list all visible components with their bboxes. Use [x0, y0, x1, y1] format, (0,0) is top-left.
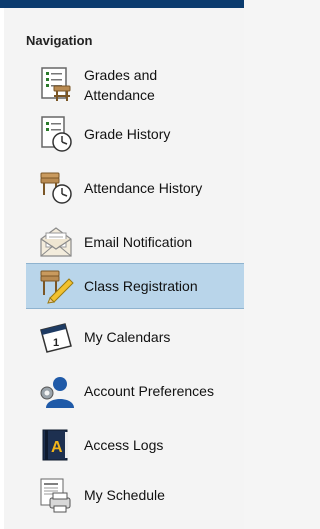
sidebar-rail	[0, 8, 4, 529]
nav-item-grades-and-attendance[interactable]: Grades and Attendance	[26, 59, 244, 111]
navigation-heading: Navigation	[26, 33, 93, 48]
nav-item-grade-history[interactable]: Grade History	[26, 114, 244, 154]
nav-item-class-registration[interactable]: Class Registration	[26, 263, 244, 309]
account-preferences-icon	[36, 371, 76, 411]
nav-item-label: Access Logs	[84, 437, 164, 453]
nav-item-access-logs[interactable]: A Access Logs	[26, 425, 244, 465]
nav-item-account-preferences[interactable]: Account Preferences	[26, 371, 244, 411]
access-logs-icon: A	[36, 425, 76, 465]
nav-item-my-schedule[interactable]: My Schedule	[26, 473, 244, 517]
nav-item-label: Grades and Attendance	[84, 67, 158, 103]
nav-item-label: My Schedule	[84, 487, 165, 503]
nav-item-attendance-history[interactable]: Attendance History	[26, 168, 244, 208]
nav-item-my-calendars[interactable]: 1 My Calendars	[26, 317, 244, 357]
calendar-icon: 1	[36, 317, 76, 357]
nav-item-label: Email Notification	[84, 234, 193, 250]
email-notification-icon	[36, 222, 76, 262]
nav-item-label: Account Preferences	[84, 383, 214, 399]
sidebar-navigation: Navigation Grades and Attendance Grade H…	[0, 8, 244, 529]
grades-attendance-icon	[36, 65, 76, 105]
nav-item-label: My Calendars	[84, 329, 171, 345]
svg-text:1: 1	[53, 337, 59, 349]
nav-item-label: Class Registration	[84, 278, 198, 294]
nav-item-label: Grade History	[84, 126, 171, 142]
top-header-bar	[0, 0, 244, 8]
schedule-icon	[36, 475, 76, 515]
grade-history-icon	[36, 114, 76, 154]
class-registration-icon	[36, 266, 76, 306]
svg-text:A: A	[51, 439, 63, 456]
attendance-history-icon	[36, 168, 76, 208]
nav-item-label: Attendance History	[84, 180, 203, 196]
nav-item-email-notification[interactable]: Email Notification	[26, 222, 244, 262]
